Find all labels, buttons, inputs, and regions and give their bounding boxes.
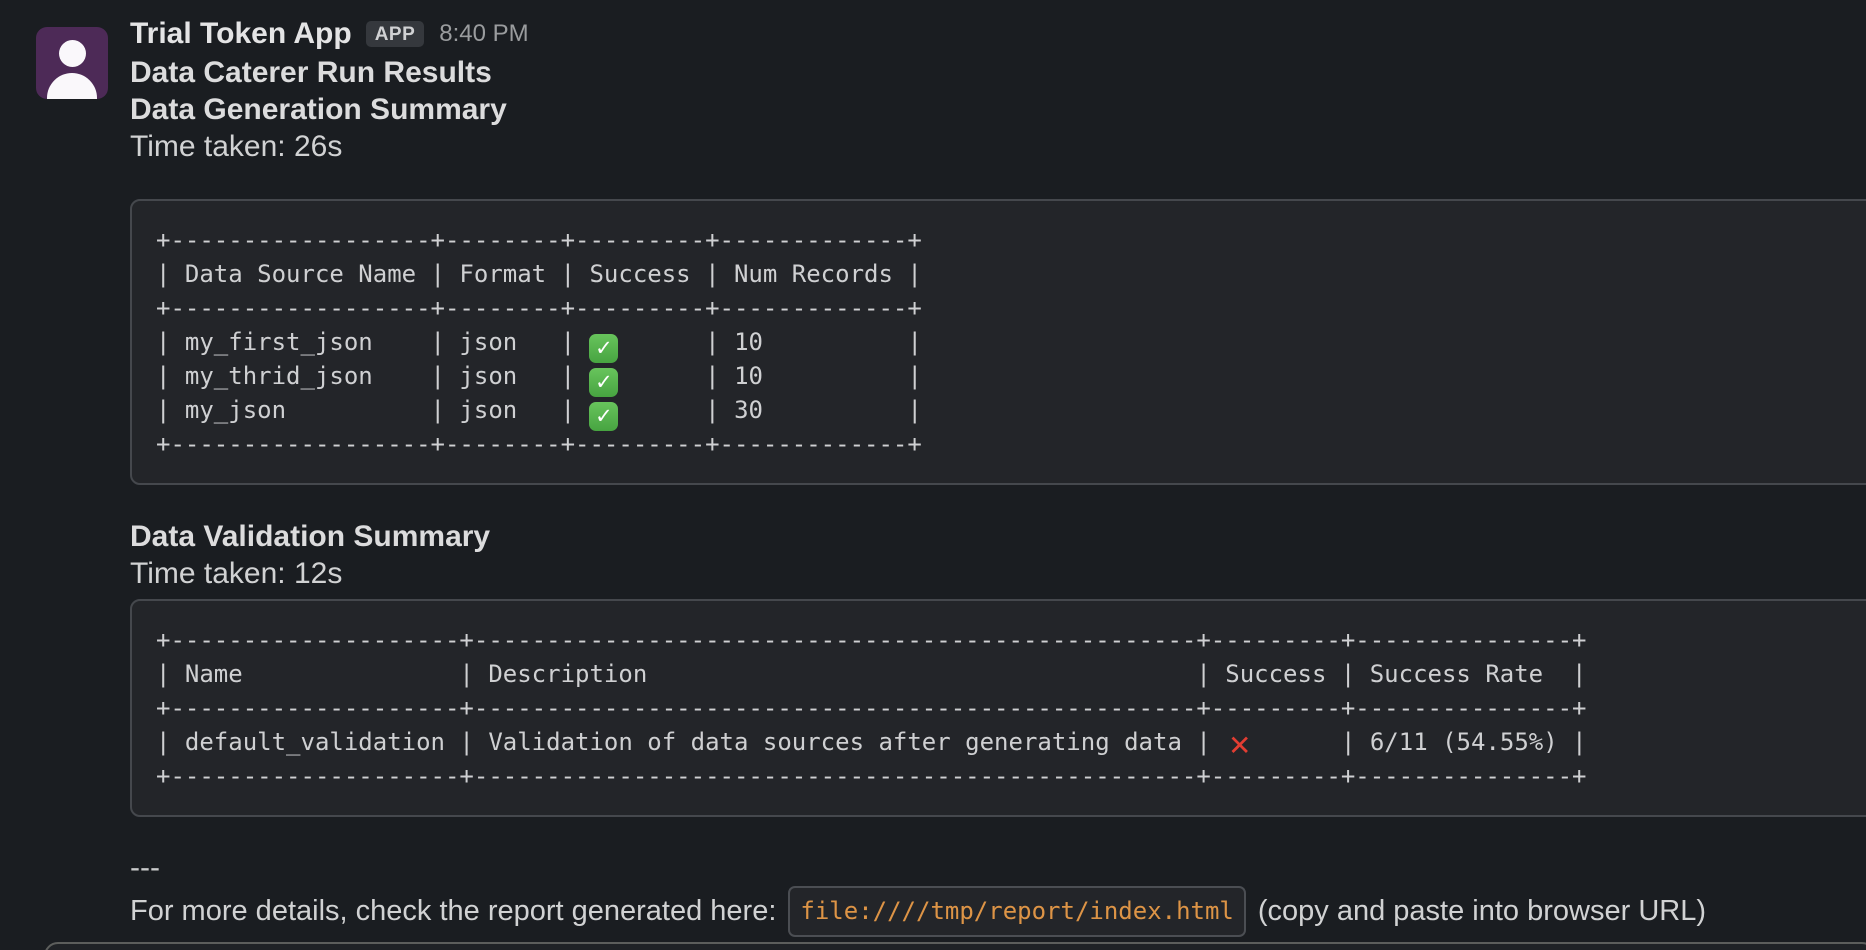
divider-text: ---: [130, 849, 1866, 886]
message-title: Data Caterer Run Results: [130, 54, 1866, 91]
code-line: +--------------------+------------------…: [156, 691, 1850, 725]
message-input[interactable]: [44, 942, 1866, 950]
code-line: +------------------+--------+---------+-…: [156, 223, 1850, 257]
message-header: Trial Token App APP 8:40 PM: [130, 14, 1866, 54]
validation-time-taken: Time taken: 12s: [130, 555, 1866, 592]
code-line: | default_validation | Validation of dat…: [156, 725, 1850, 759]
app-badge: APP: [366, 21, 425, 47]
person-icon-body: [47, 73, 97, 99]
cross-emoji: ✕: [1225, 732, 1254, 761]
message-content: Trial Token App APP 8:40 PM Data Caterer…: [130, 14, 1866, 937]
footer-line: For more details, check the report gener…: [130, 886, 1866, 937]
code-line: | Name | Description | Success | Success…: [156, 657, 1850, 691]
validation-summary-code-block[interactable]: +--------------------+------------------…: [130, 599, 1866, 817]
generation-time-taken: Time taken: 26s: [130, 128, 1866, 165]
footer-prefix: For more details, check the report gener…: [130, 893, 776, 930]
report-path-code[interactable]: file:////tmp/report/index.html: [788, 886, 1245, 937]
code-line: | Data Source Name | Format | Success | …: [156, 257, 1850, 291]
code-line: | my_thrid_json | json | ✓ | 10 |: [156, 359, 1850, 393]
generation-summary-code-block[interactable]: +------------------+--------+---------+-…: [130, 199, 1866, 485]
timestamp[interactable]: 8:40 PM: [439, 20, 528, 48]
slack-dark-workspace: { "message": { "sender": "Trial Token Ap…: [0, 0, 1866, 950]
validation-heading: Data Validation Summary: [130, 518, 1866, 555]
app-avatar[interactable]: [36, 27, 108, 99]
code-line: +------------------+--------+---------+-…: [156, 427, 1850, 461]
footer-suffix: (copy and paste into browser URL): [1258, 893, 1706, 930]
person-icon: [59, 40, 86, 67]
sender-name[interactable]: Trial Token App: [130, 17, 352, 51]
code-line: | my_first_json | json | ✓ | 10 |: [156, 325, 1850, 359]
code-line: +--------------------+------------------…: [156, 759, 1850, 793]
code-line: | my_json | json | ✓ | 30 |: [156, 393, 1850, 427]
generation-heading: Data Generation Summary: [130, 91, 1866, 128]
code-line: +--------------------+------------------…: [156, 623, 1850, 657]
code-line: +------------------+--------+---------+-…: [156, 291, 1850, 325]
